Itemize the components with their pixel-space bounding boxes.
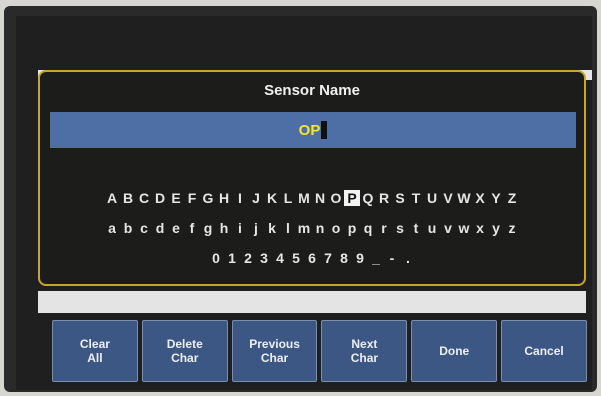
key-uppercase[interactable]: P <box>344 190 360 206</box>
entry-value: OP <box>298 121 321 139</box>
key-symbol[interactable]: _ <box>368 250 384 266</box>
key-lowercase[interactable]: e <box>168 220 184 236</box>
key-lowercase[interactable]: f <box>184 220 200 236</box>
key-symbol[interactable]: 7 <box>320 250 336 266</box>
key-uppercase[interactable]: T <box>408 190 424 206</box>
key-symbol[interactable]: 9 <box>352 250 368 266</box>
key-lowercase[interactable]: r <box>376 220 392 236</box>
key-lowercase[interactable]: q <box>360 220 376 236</box>
key-symbol[interactable]: 4 <box>272 250 288 266</box>
key-uppercase[interactable]: Z <box>504 190 520 206</box>
key-uppercase[interactable]: F <box>184 190 200 206</box>
key-lowercase[interactable]: u <box>424 220 440 236</box>
key-uppercase[interactable]: Y <box>488 190 504 206</box>
key-lowercase[interactable]: z <box>504 220 520 236</box>
key-lowercase[interactable]: s <box>392 220 408 236</box>
key-lowercase[interactable]: k <box>264 220 280 236</box>
key-symbol[interactable]: 0 <box>208 250 224 266</box>
key-uppercase[interactable]: K <box>264 190 280 206</box>
key-lowercase[interactable]: a <box>104 220 120 236</box>
dialog-title: Sensor Name <box>264 82 360 99</box>
key-lowercase[interactable]: y <box>488 220 504 236</box>
key-lowercase[interactable]: j <box>248 220 264 236</box>
key-uppercase[interactable]: S <box>392 190 408 206</box>
key-lowercase[interactable]: i <box>232 220 248 236</box>
key-lowercase[interactable]: o <box>328 220 344 236</box>
key-lowercase[interactable]: m <box>296 220 312 236</box>
footer-strip <box>38 291 586 313</box>
key-uppercase[interactable]: A <box>104 190 120 206</box>
key-symbol[interactable]: 1 <box>224 250 240 266</box>
clear-all-button[interactable]: Clear All <box>52 320 138 382</box>
key-lowercase[interactable]: l <box>280 220 296 236</box>
next-char-button[interactable]: Next Char <box>321 320 408 382</box>
key-lowercase[interactable]: b <box>120 220 136 236</box>
key-lowercase[interactable]: t <box>408 220 424 236</box>
key-lowercase[interactable]: h <box>216 220 232 236</box>
key-symbol[interactable]: 5 <box>288 250 304 266</box>
key-lowercase[interactable]: d <box>152 220 168 236</box>
key-lowercase[interactable]: p <box>344 220 360 236</box>
keyboard-row-lowercase: abcdefghijklmnopqrstuvwxyz <box>40 220 584 236</box>
previous-char-button[interactable]: Previous Char <box>231 320 318 382</box>
key-uppercase[interactable]: V <box>440 190 456 206</box>
text-cursor <box>321 121 328 139</box>
key-symbol[interactable]: 8 <box>336 250 352 266</box>
key-uppercase[interactable]: N <box>312 190 328 206</box>
key-lowercase[interactable]: g <box>200 220 216 236</box>
key-lowercase[interactable]: x <box>472 220 488 236</box>
key-symbol[interactable]: 6 <box>304 250 320 266</box>
key-uppercase[interactable]: D <box>152 190 168 206</box>
key-symbol[interactable]: 2 <box>240 250 256 266</box>
key-uppercase[interactable]: W <box>456 190 472 206</box>
keyboard-row-symbols: 0 1 2 3 4 5 6 7 8 9 _ -. <box>40 250 584 266</box>
key-lowercase[interactable]: v <box>440 220 456 236</box>
key-uppercase[interactable]: H <box>216 190 232 206</box>
key-uppercase[interactable]: E <box>168 190 184 206</box>
key-uppercase[interactable]: J <box>248 190 264 206</box>
key-symbol[interactable]: . <box>400 250 416 266</box>
key-uppercase[interactable]: X <box>472 190 488 206</box>
key-lowercase[interactable]: c <box>136 220 152 236</box>
key-symbol[interactable]: 3 <box>256 250 272 266</box>
key-uppercase[interactable]: Q <box>360 190 376 206</box>
key-symbol[interactable]: - <box>384 250 400 266</box>
done-button[interactable]: Done <box>411 320 498 382</box>
cancel-button[interactable]: Cancel <box>501 320 587 382</box>
softkey-bar: Clear All Delete Char Previous Char Next… <box>52 320 587 382</box>
key-uppercase[interactable]: G <box>200 190 216 206</box>
delete-char-button[interactable]: Delete Char <box>141 320 228 382</box>
key-lowercase[interactable]: n <box>312 220 328 236</box>
key-uppercase[interactable]: L <box>280 190 296 206</box>
key-uppercase[interactable]: O <box>328 190 344 206</box>
name-entry-field[interactable]: OP <box>50 112 576 148</box>
key-uppercase[interactable]: R <box>376 190 392 206</box>
key-lowercase[interactable]: w <box>456 220 472 236</box>
key-uppercase[interactable]: C <box>136 190 152 206</box>
keyboard-row-uppercase: ABCDEFGHIJKLMNOPQRSTUVWXYZ <box>40 190 584 206</box>
key-uppercase[interactable]: B <box>120 190 136 206</box>
key-uppercase[interactable]: U <box>424 190 440 206</box>
key-uppercase[interactable]: M <box>296 190 312 206</box>
key-uppercase[interactable]: I <box>232 190 248 206</box>
sensor-name-dialog: Sensor Name OP ABCDEFGHIJKLMNOPQRSTUVWXY… <box>38 70 586 286</box>
